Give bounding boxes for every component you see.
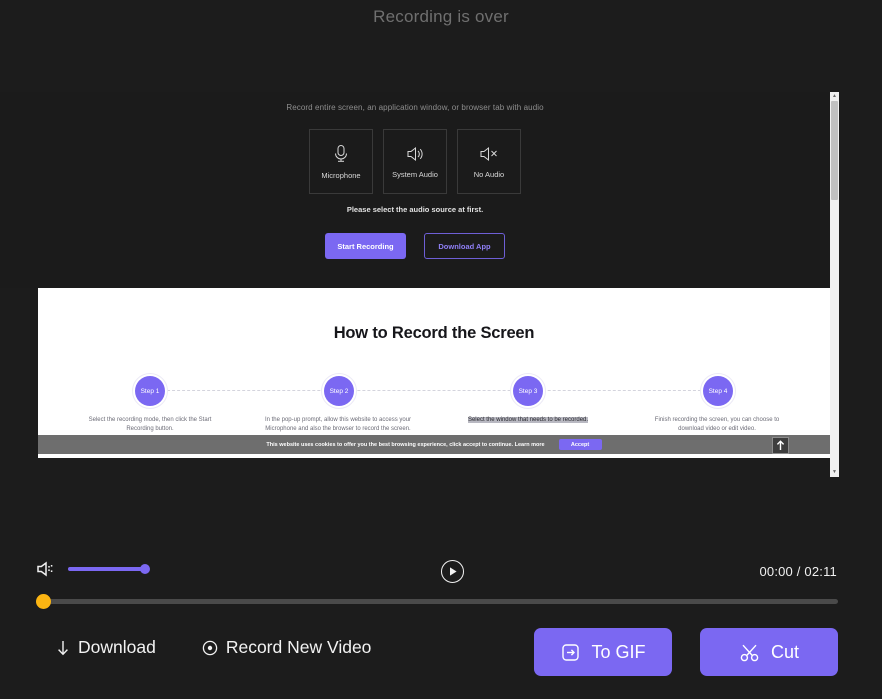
record-new-video-label: Record New Video xyxy=(226,637,372,658)
steps-track: Step 1 Step 2 Step 3 Step 4 xyxy=(38,373,830,409)
hero-caption: Record entire screen, an application win… xyxy=(0,103,830,112)
start-recording-button[interactable]: Start Recording xyxy=(325,233,406,259)
step-ring: Step 3 xyxy=(510,373,546,409)
step-description-2: In the pop-up prompt, allow this website… xyxy=(262,416,414,434)
audio-source-options: Microphone System Audio xyxy=(0,129,830,194)
player-controls: 00:00 / 02:11 xyxy=(0,552,882,592)
export-gif-icon xyxy=(560,642,581,663)
back-to-top-button[interactable] xyxy=(772,437,789,454)
step-node-3: Step 3 xyxy=(510,373,546,409)
step-badge: Step 1 xyxy=(135,376,165,406)
arrow-up-icon xyxy=(776,440,785,451)
step-ring: Step 4 xyxy=(700,373,736,409)
step-node-4: Step 4 xyxy=(700,373,736,409)
recorded-page-hero: Record entire screen, an application win… xyxy=(0,92,830,288)
to-gif-button[interactable]: To GIF xyxy=(534,628,672,676)
step-badge: Step 2 xyxy=(324,376,354,406)
time-display: 00:00 / 02:11 xyxy=(759,564,837,579)
recorded-page-howto-panel: How to Record the Screen Step 1 Step 2 S… xyxy=(38,288,830,458)
step-node-1: Step 1 xyxy=(132,373,168,409)
audio-option-no-audio[interactable]: No Audio xyxy=(457,129,521,194)
audio-option-label: No Audio xyxy=(474,170,504,179)
audio-source-hint: Please select the audio source at first. xyxy=(0,205,830,214)
speaker-on-icon xyxy=(405,145,425,163)
cut-button[interactable]: Cut xyxy=(700,628,838,676)
volume-icon[interactable] xyxy=(36,560,56,578)
video-preview-stage[interactable]: Record entire screen, an application win… xyxy=(0,92,882,477)
recorded-page-scrollbar[interactable]: ▲ ▼ xyxy=(830,92,839,477)
to-gif-label: To GIF xyxy=(591,642,645,663)
howto-heading: How to Record the Screen xyxy=(38,324,830,343)
scrollbar-down-arrow-icon[interactable]: ▼ xyxy=(830,468,839,477)
record-new-video-button[interactable]: Record New Video xyxy=(202,637,372,658)
step-ring: Step 1 xyxy=(132,373,168,409)
step-badge: Step 4 xyxy=(703,376,733,406)
play-button[interactable] xyxy=(441,560,464,583)
scrollbar-up-arrow-icon[interactable]: ▲ xyxy=(830,92,839,101)
audio-option-label: Microphone xyxy=(321,171,360,180)
primary-actions: To GIF Cut xyxy=(534,628,838,676)
step-node-2: Step 2 xyxy=(321,373,357,409)
download-button-label: Download xyxy=(78,637,156,658)
volume-slider-thumb[interactable] xyxy=(140,564,150,574)
record-dot-icon xyxy=(202,640,218,656)
scrollbar-thumb[interactable] xyxy=(831,101,838,200)
page-title: Recording is over xyxy=(0,7,882,27)
step-description-4: Finish recording the screen, you can cho… xyxy=(642,416,792,434)
audio-option-system-audio[interactable]: System Audio xyxy=(383,129,447,194)
volume-control[interactable] xyxy=(36,560,146,578)
volume-slider[interactable] xyxy=(68,567,146,571)
audio-option-microphone[interactable]: Microphone xyxy=(309,129,373,194)
download-app-button[interactable]: Download App xyxy=(424,233,505,259)
download-arrow-icon xyxy=(56,639,70,657)
secondary-actions: Download Record New Video xyxy=(56,637,371,658)
download-button[interactable]: Download xyxy=(56,637,156,658)
progress-row xyxy=(0,595,882,609)
scissors-icon xyxy=(739,642,761,663)
progress-slider-thumb[interactable] xyxy=(36,594,51,609)
progress-slider[interactable] xyxy=(36,599,838,604)
step-ring: Step 2 xyxy=(321,373,357,409)
cookie-consent-text: This website uses cookies to offer you t… xyxy=(266,442,544,448)
speaker-muted-icon xyxy=(479,145,499,163)
step-description-highlight: Select the window that needs to be recor… xyxy=(468,417,588,423)
audio-option-label: System Audio xyxy=(392,170,438,179)
step-description-3: Select the window that needs to be recor… xyxy=(452,416,604,425)
cut-label: Cut xyxy=(771,642,799,663)
cookie-consent-bar: This website uses cookies to offer you t… xyxy=(38,435,830,454)
step-description-1: Select the recording mode, then click th… xyxy=(75,416,225,434)
hero-button-row: Start Recording Download App xyxy=(0,233,830,259)
cookie-accept-button[interactable]: Accept xyxy=(559,439,602,450)
step-badge: Step 3 xyxy=(513,376,543,406)
play-icon xyxy=(448,566,458,577)
microphone-icon xyxy=(333,144,349,164)
steps-connector-line xyxy=(132,390,736,391)
